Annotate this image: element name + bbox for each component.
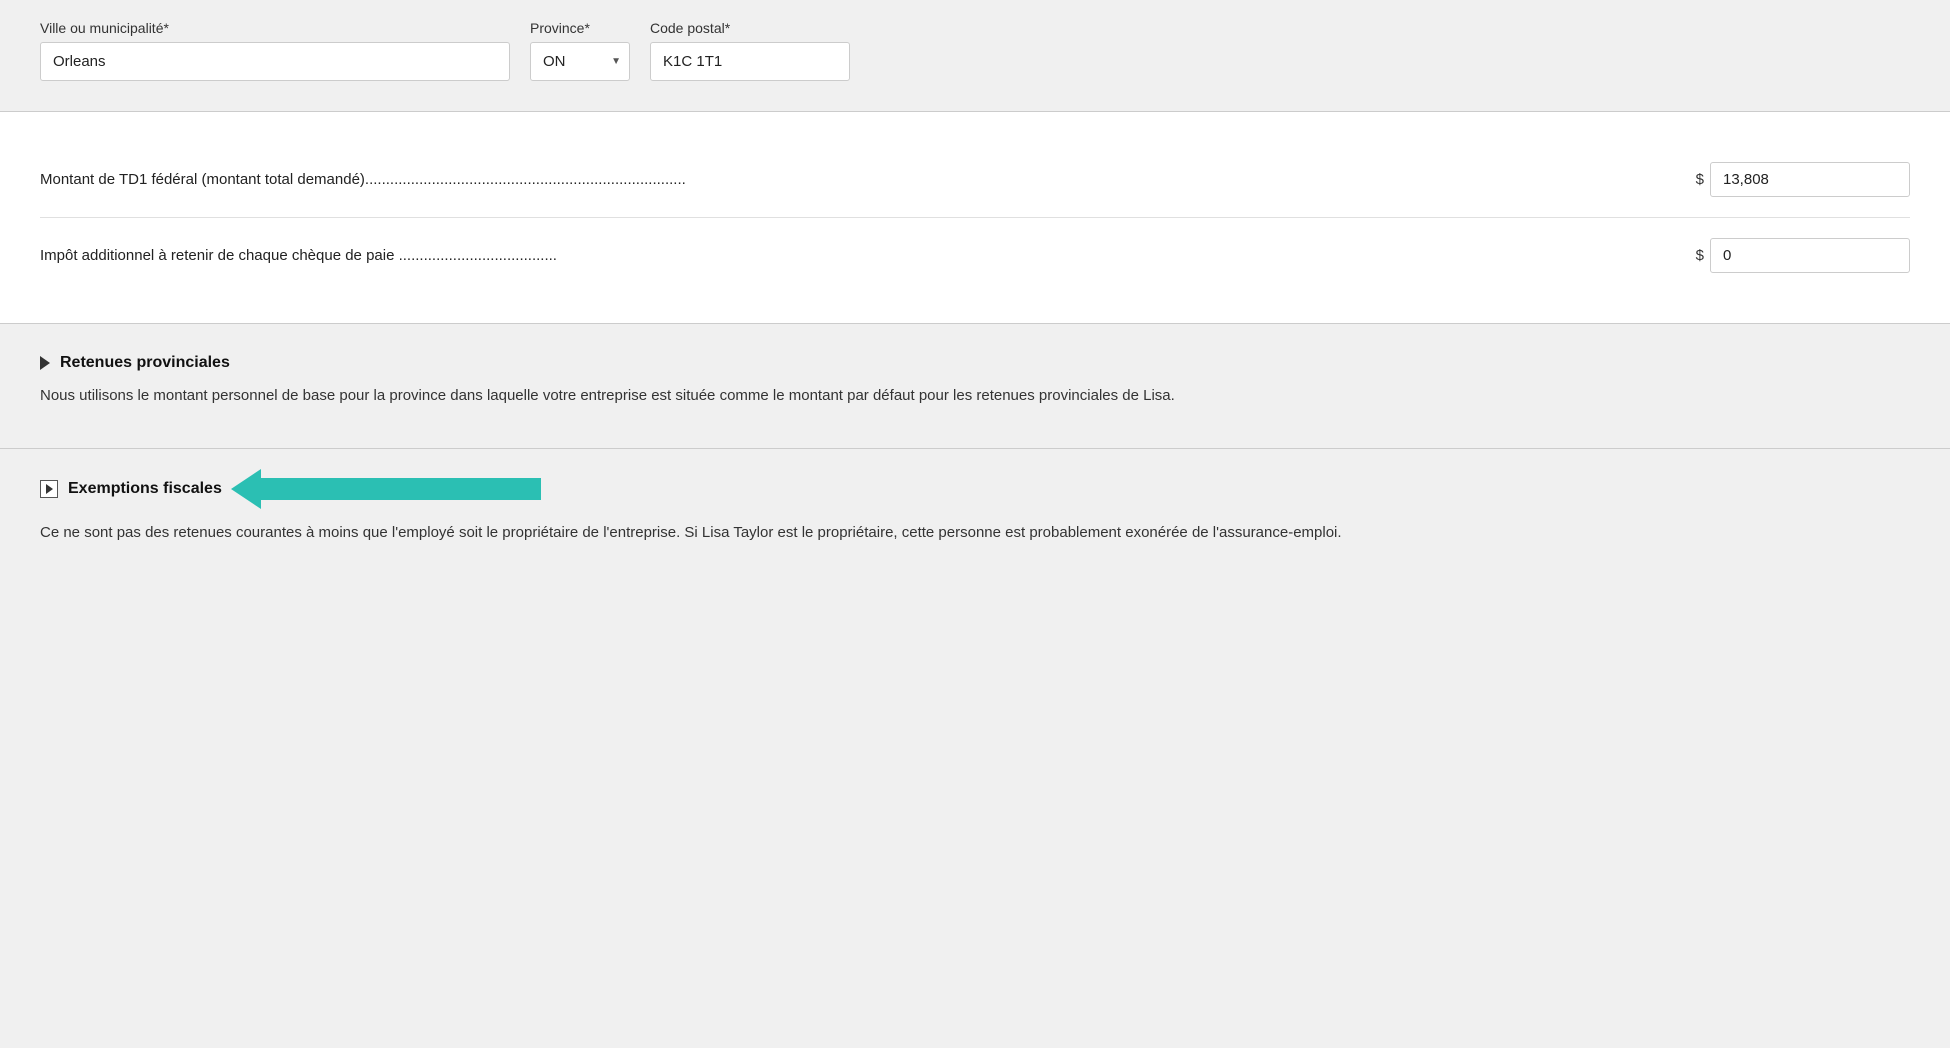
city-field-group: Ville ou municipalité*: [40, 20, 510, 81]
impot-dollar-sign: $: [1696, 247, 1704, 264]
retenues-triangle-icon: [40, 356, 50, 370]
arrow-line: [261, 478, 541, 500]
arrow-head-icon: [231, 469, 261, 509]
retenues-header: Retenues provinciales: [40, 354, 1910, 372]
exemptions-toggle-icon: [46, 484, 53, 494]
td1-row: Montant de TD1 fédéral (montant total de…: [40, 142, 1910, 217]
retenues-section: Retenues provinciales Nous utilisons le …: [0, 324, 1950, 449]
td1-value-group: $: [1696, 162, 1910, 197]
teal-arrow-annotation: [232, 469, 541, 509]
address-row: Ville ou municipalité* Province* ON QC B…: [40, 20, 1910, 81]
city-input[interactable]: [40, 42, 510, 81]
city-label: Ville ou municipalité*: [40, 20, 510, 36]
postal-input[interactable]: [650, 42, 850, 81]
td1-input[interactable]: [1710, 162, 1910, 197]
exemptions-toggle-box[interactable]: [40, 480, 58, 498]
province-field-group: Province* ON QC BC AB MB SK NS NB NL PE …: [530, 20, 630, 81]
retenues-description: Nous utilisons le montant personnel de b…: [40, 384, 1910, 408]
exemptions-title: Exemptions fiscales: [68, 480, 222, 498]
exemptions-description: Ce ne sont pas des retenues courantes à …: [40, 521, 1910, 545]
impot-row: Impôt additionnel à retenir de chaque ch…: [40, 217, 1910, 293]
form-section: Montant de TD1 fédéral (montant total de…: [0, 112, 1950, 324]
exemptions-header: Exemptions fiscales: [40, 469, 1910, 509]
province-select[interactable]: ON QC BC AB MB SK NS NB NL PE NT NU YT: [531, 43, 629, 80]
top-section: Ville ou municipalité* Province* ON QC B…: [0, 0, 1950, 112]
page-container: Ville ou municipalité* Province* ON QC B…: [0, 0, 1950, 1048]
postal-label: Code postal*: [650, 20, 850, 36]
province-label: Province*: [530, 20, 630, 36]
exemptions-section: Exemptions fiscales Ce ne sont pas des r…: [0, 449, 1950, 575]
td1-label: Montant de TD1 fédéral (montant total de…: [40, 171, 1696, 188]
impot-label: Impôt additionnel à retenir de chaque ch…: [40, 247, 1696, 264]
retenues-title: Retenues provinciales: [60, 354, 230, 372]
postal-field-group: Code postal*: [650, 20, 850, 81]
province-select-wrapper[interactable]: ON QC BC AB MB SK NS NB NL PE NT NU YT: [530, 42, 630, 81]
td1-dollar-sign: $: [1696, 171, 1704, 188]
impot-input[interactable]: [1710, 238, 1910, 273]
impot-value-group: $: [1696, 238, 1910, 273]
